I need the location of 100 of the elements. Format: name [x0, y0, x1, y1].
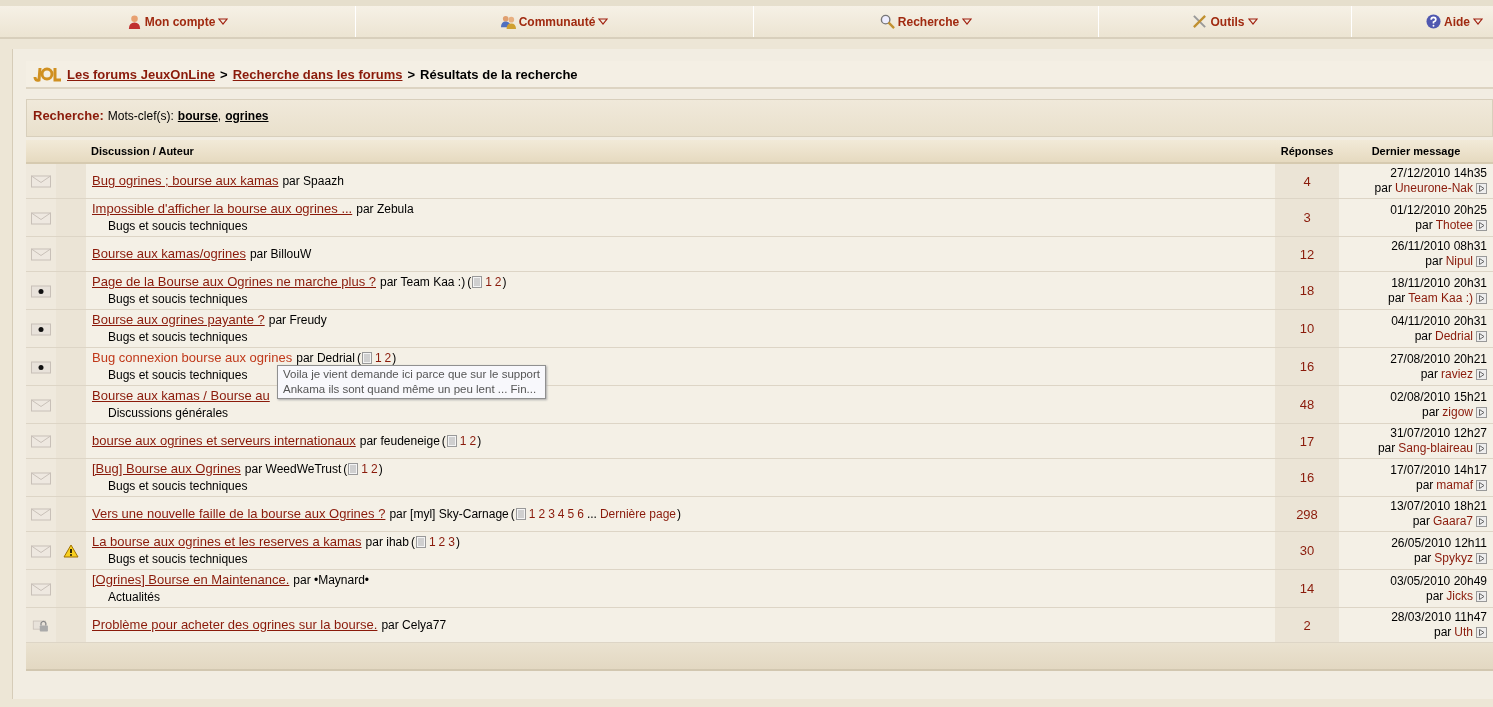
by-label: par [1377, 441, 1396, 456]
page-link[interactable]: 1 [459, 434, 467, 448]
page-link[interactable]: 6 [577, 507, 584, 521]
by-label: par [1387, 290, 1406, 306]
go-to-post-icon[interactable] [1476, 406, 1487, 418]
go-to-post-icon[interactable] [1476, 256, 1487, 267]
topic-link[interactable]: [Bug] Bourse aux Ogrines [92, 462, 241, 476]
by-label: par [1415, 217, 1433, 233]
user-link[interactable]: Nipul [1445, 254, 1473, 269]
search-label: Recherche: [33, 108, 104, 123]
forum-name: Bugs et soucis techniques [108, 292, 248, 306]
caret-icon [598, 18, 609, 25]
user-link[interactable]: mamaf [1436, 477, 1473, 493]
by-label: par [1433, 625, 1452, 640]
page-icon [361, 352, 372, 364]
topic-link[interactable]: Problème pour acheter des ogrines sur la bourse. [92, 618, 378, 632]
topic-link[interactable]: Page de la Bourse aux Ogrines ne marche plus ? [92, 275, 376, 289]
user-link[interactable]: zigow [1442, 404, 1473, 420]
reply-count: 16 [1299, 470, 1315, 485]
user-link[interactable]: Gaara7 [1432, 514, 1473, 529]
go-to-post-icon[interactable] [1476, 590, 1487, 602]
nav-menu-item[interactable]: Mon compte [126, 14, 229, 29]
by-label: par [1413, 550, 1432, 566]
page-link[interactable]: 1 [361, 462, 369, 476]
go-to-post-icon[interactable] [1476, 183, 1487, 194]
author-text: par ihab [365, 535, 409, 549]
by-label: par [1414, 328, 1432, 344]
topic-link[interactable]: Bug ogrines ; bourse aux kamas [92, 174, 279, 188]
go-to-post-icon[interactable] [1476, 479, 1487, 491]
search-icon [879, 14, 895, 29]
page-link[interactable]: 2 [494, 275, 502, 289]
page-link[interactable]: 5 [567, 507, 575, 521]
topic-link[interactable]: Impossible d'afficher la bourse aux ogrines ... [92, 202, 353, 216]
by-label: par [1420, 366, 1438, 382]
page-icon [446, 435, 457, 447]
page-link[interactable]: 1 [528, 507, 536, 521]
paren: ( [467, 275, 472, 289]
user-link[interactable]: Dedrial [1435, 328, 1473, 344]
go-to-post-icon[interactable] [1476, 330, 1487, 342]
page-link[interactable]: 2 [384, 351, 392, 365]
author-text: par Spaazh [282, 174, 344, 188]
user-link[interactable]: raviez [1441, 366, 1473, 382]
topic-link[interactable]: Bug connexion bourse aux ogrines [92, 351, 293, 365]
topic-link[interactable]: Bourse aux ogrines payante ? [92, 313, 265, 327]
page-link[interactable]: 3 [448, 535, 455, 549]
paren: ( [441, 434, 446, 448]
user-link[interactable]: Uth [1454, 625, 1473, 640]
page-link[interactable]: 1 [374, 351, 382, 365]
keyword-link[interactable]: bourse [177, 109, 218, 123]
forum-name: Bugs et soucis techniques [108, 330, 248, 344]
page-link[interactable]: 1 [485, 275, 492, 289]
by-label: par [1426, 588, 1444, 604]
forum-name: Discussions générales [108, 406, 229, 420]
page-link[interactable]: 4 [557, 507, 565, 521]
nav-menu-item[interactable]: Communauté [500, 14, 609, 29]
user-link[interactable]: Spykyz [1434, 550, 1473, 566]
page-icon [472, 276, 483, 288]
page-link[interactable]: 2 [538, 507, 546, 521]
topic-link[interactable]: Bourse aux kamas/ogrines [92, 247, 246, 261]
page-link[interactable]: 2 [371, 462, 378, 476]
page-icon [515, 508, 526, 520]
author-text: par Celya77 [381, 618, 447, 632]
reply-count: 298 [1296, 506, 1318, 522]
paren: ( [510, 507, 515, 521]
user-link[interactable]: Thotee [1435, 217, 1473, 233]
page-link[interactable]: 2 [469, 434, 477, 448]
page-link[interactable]: 2 [438, 535, 446, 549]
column-header: Discussion / Auteur [91, 145, 194, 157]
go-to-post-icon[interactable] [1476, 516, 1487, 527]
user-link[interactable]: Uneurone-Nak [1394, 181, 1473, 196]
go-to-post-icon[interactable] [1476, 368, 1487, 380]
author-text: par Dedrial [296, 351, 355, 365]
reply-count: 48 [1299, 397, 1315, 412]
go-to-post-icon[interactable] [1476, 219, 1487, 231]
paren: ) [378, 462, 383, 476]
user-link[interactable]: Jicks [1446, 588, 1473, 604]
reply-count: 18 [1299, 283, 1315, 298]
nav-menu-item[interactable]: Outils [1192, 14, 1258, 29]
topic-link[interactable]: Bourse aux kamas / Bourse au [92, 389, 270, 403]
go-to-post-icon[interactable] [1476, 443, 1487, 454]
topic-link[interactable]: bourse aux ogrines et serveurs internationaux [92, 434, 356, 448]
nav-menu-item[interactable]: Recherche [879, 14, 973, 29]
go-to-post-icon[interactable] [1476, 627, 1487, 638]
last-post-date: 03/05/2010 20h49 [1389, 573, 1487, 589]
page-link[interactable]: 1 [428, 535, 436, 549]
keyword-link[interactable]: ogrines [225, 109, 269, 123]
page-icon [348, 463, 359, 475]
go-to-post-icon[interactable] [1476, 552, 1487, 564]
topic-link[interactable]: [Ogrines] Bourse en Maintenance. [92, 573, 290, 587]
breadcrumb-link[interactable]: Recherche dans les forums [232, 66, 403, 82]
topic-link[interactable]: Vers une nouvelle faille de la bourse aux Ogrines ? [92, 507, 386, 521]
user-link[interactable]: Sang-blaireau [1398, 441, 1473, 456]
go-to-post-icon[interactable] [1476, 292, 1487, 304]
page-link[interactable]: 3 [548, 507, 555, 521]
nav-menu-item[interactable]: Aide [1426, 14, 1483, 29]
topic-link[interactable]: La bourse aux ogrines et les reserves a kamas [92, 535, 362, 549]
user-link[interactable]: Team Kaa :) [1408, 290, 1473, 306]
last-page-link[interactable]: Dernière page [599, 507, 676, 521]
keywords-label: Mots-clef(s): [107, 109, 174, 123]
breadcrumb-link[interactable]: Les forums JeuxOnLine [67, 66, 216, 82]
